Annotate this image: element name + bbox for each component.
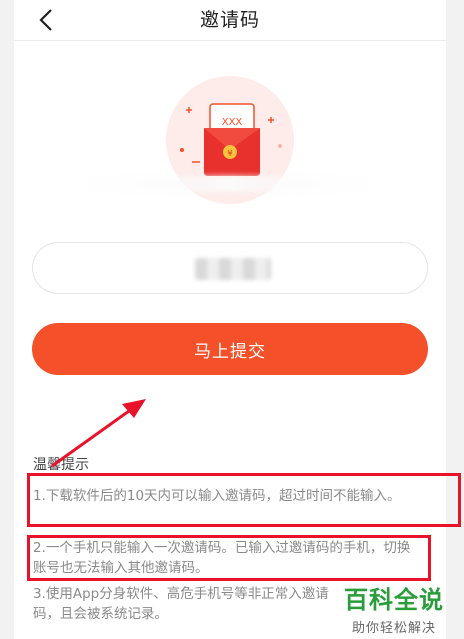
watermark-tagline: 助你轻松解决 [351, 621, 436, 636]
nav-bar: 邀请码 [14, 0, 446, 41]
watermark-logo: 百科全说 [344, 586, 444, 614]
highlight-box [27, 473, 461, 527]
tip-item: 3.使用App分身软件、高危手机号等非正常入邀请码，且会被系统记录。 [33, 586, 329, 622]
blurred-region [84, 176, 374, 192]
tips-title: 温馨提示 [33, 457, 89, 473]
submit-button[interactable]: 马上提交 [32, 323, 428, 375]
blurred-code [195, 258, 271, 280]
svg-text:XXX: XXX [222, 117, 243, 128]
watermark: 百科全说 助你轻松解决 [332, 580, 456, 636]
highlight-box [27, 535, 431, 581]
page-title: 邀请码 [199, 9, 260, 31]
invite-code-input[interactable] [32, 242, 428, 294]
svg-text:¥: ¥ [227, 149, 232, 158]
